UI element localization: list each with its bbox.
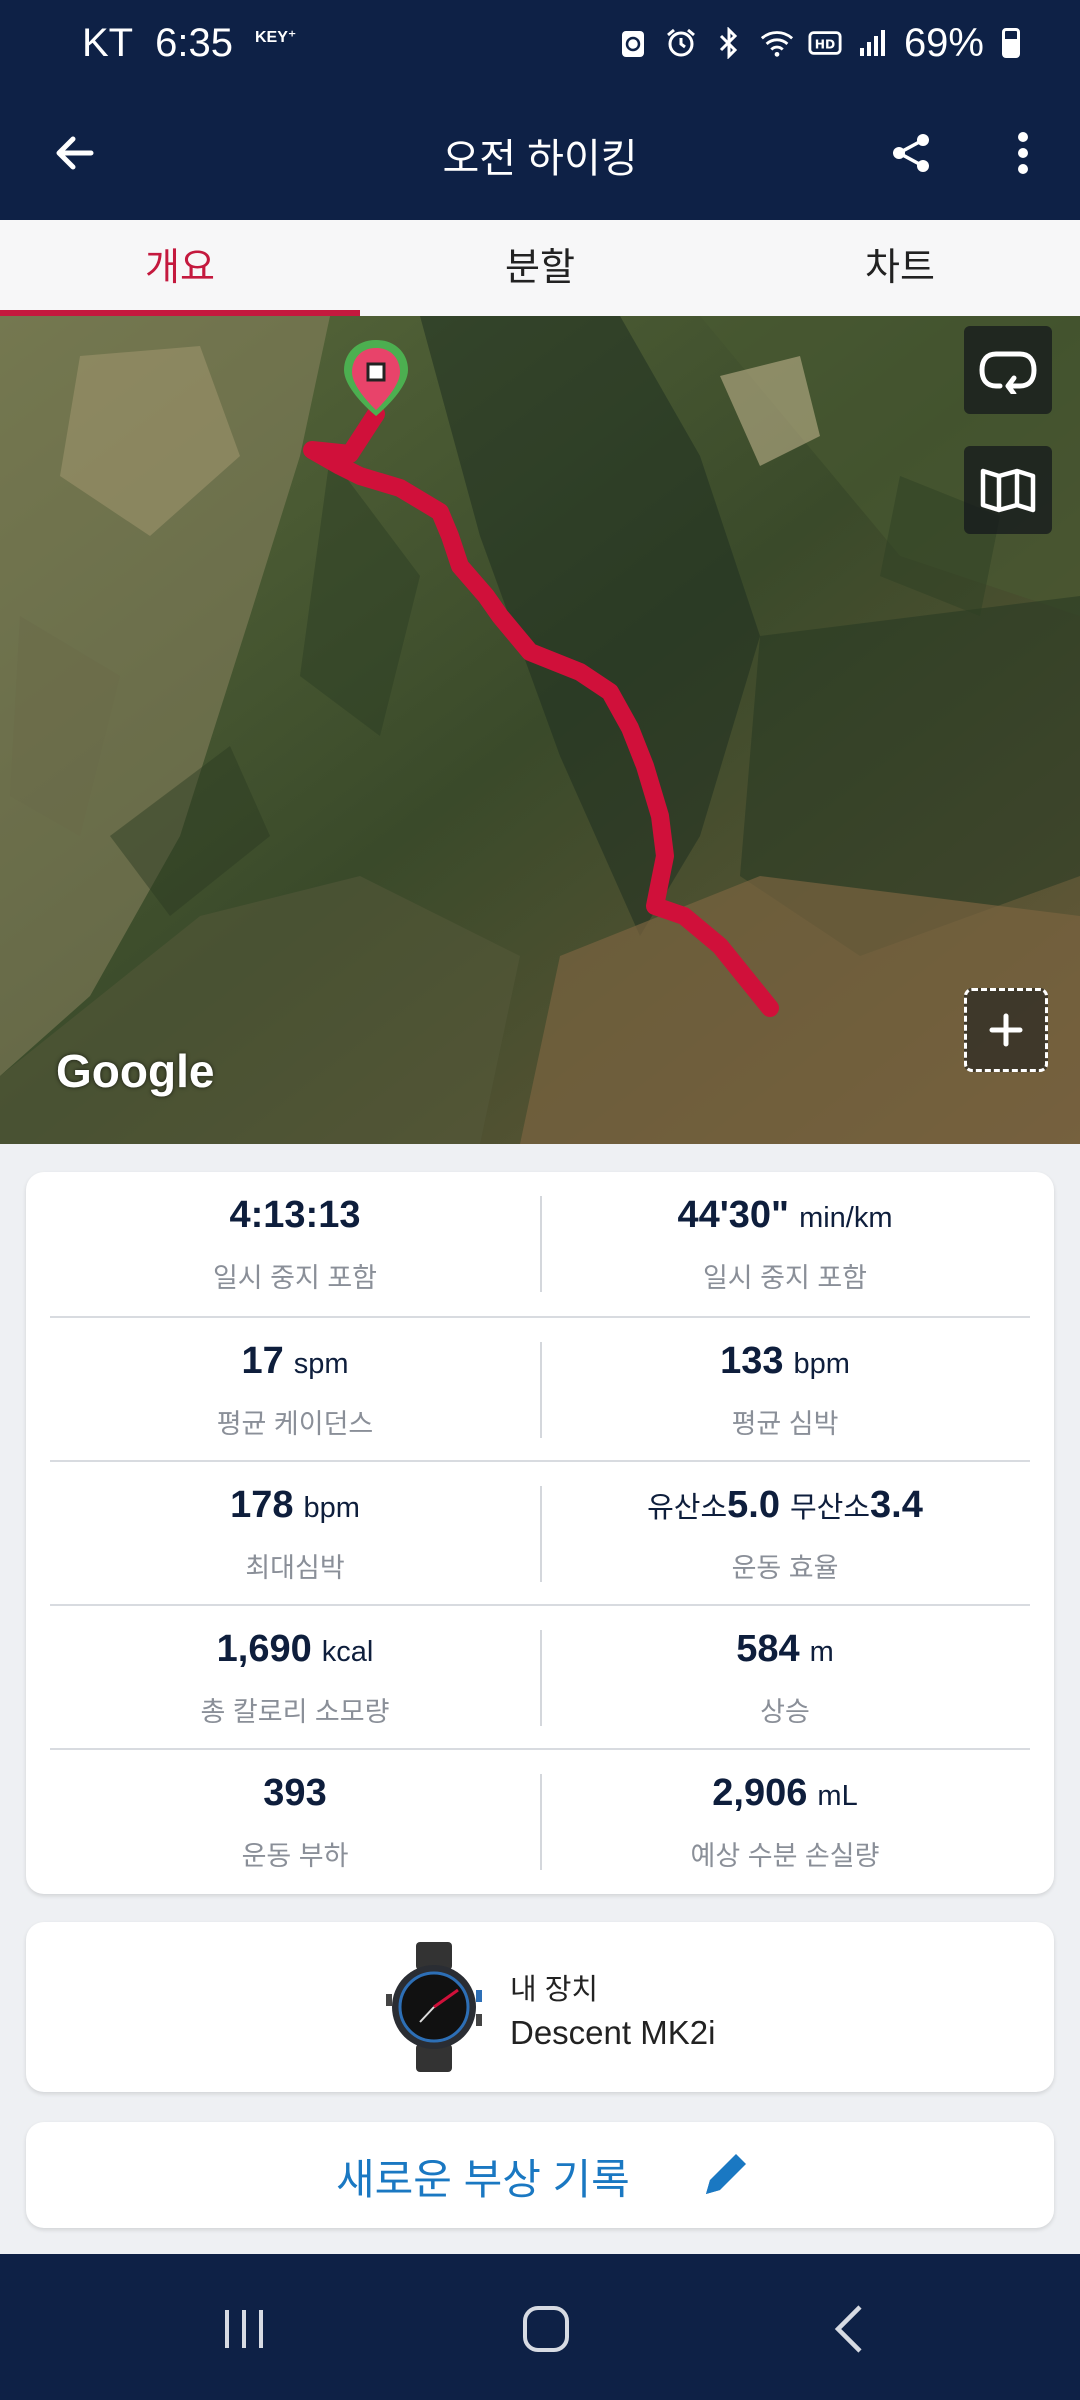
stat-label: 총 칼로리 소모량	[200, 1697, 390, 1727]
stat-label: 운동 부하	[241, 1841, 349, 1871]
signal-icon	[856, 26, 890, 60]
route-map[interactable]: Google	[0, 316, 1080, 1144]
stats-row: 4:13:13 일시 중지 포함 44'30" min/km 일시 중지 포함	[50, 1172, 1030, 1316]
hd-icon: HD	[808, 26, 842, 60]
stat-label: 평균 심박	[731, 1409, 839, 1439]
status-left: KT 6:35 KEY⁺	[82, 21, 296, 66]
stat-label: 최대심박	[245, 1553, 345, 1583]
home-button[interactable]	[506, 2294, 586, 2364]
loop-icon	[979, 351, 1037, 394]
stat-calories: 1,690 kcal 총 칼로리 소모량	[50, 1606, 540, 1750]
stat-value: 393	[263, 1772, 327, 1814]
share-button[interactable]	[876, 118, 946, 188]
stats-row: 1,690 kcal 총 칼로리 소모량 584 m 상승	[50, 1604, 1030, 1748]
stat-unit: bpm	[793, 1348, 850, 1380]
stat-total-time: 4:13:13 일시 중지 포함	[50, 1172, 540, 1316]
status-bar: KT 6:35 KEY⁺ HD 69%	[0, 0, 1080, 86]
stat-label: 예상 수분 손실량	[690, 1841, 880, 1871]
stat-training-effect: 유산소5.0 무산소3.4 운동 효율	[540, 1462, 1030, 1606]
status-right: HD 69%	[616, 21, 1020, 66]
injury-label: 새로운 부상 기록	[336, 2156, 630, 2203]
device-label: 내 장치	[510, 1974, 599, 2006]
watch-image	[386, 1942, 482, 2072]
system-nav-bar	[0, 2254, 1080, 2400]
stat-label: 운동 효율	[731, 1553, 839, 1583]
stats-row: 17 spm 평균 케이던스 133 bpm 평균 심박	[50, 1316, 1030, 1460]
stat-max-heart-rate: 178 bpm 최대심박	[50, 1462, 540, 1606]
map-icon	[980, 468, 1036, 513]
tab-splits[interactable]: 분할	[360, 220, 720, 316]
alarm-icon	[664, 26, 698, 60]
stat-unit: m	[809, 1636, 834, 1668]
stat-value: 133	[720, 1340, 784, 1382]
stats-card: 4:13:13 일시 중지 포함 44'30" min/km 일시 중지 포함 …	[26, 1172, 1054, 1894]
stat-label: 일시 중지 포함	[702, 1263, 868, 1293]
clock: 6:35	[155, 20, 233, 65]
svg-text:HD: HD	[815, 38, 835, 52]
anaerobic-label: 무산소	[790, 1492, 871, 1524]
stat-label: 평균 케이던스	[216, 1409, 374, 1439]
device-card[interactable]: 내 장치 Descent MK2i	[26, 1922, 1054, 2092]
recycle-icon	[616, 26, 650, 60]
google-logo: Google	[56, 1045, 215, 1097]
more-options-button[interactable]	[988, 118, 1058, 188]
stat-avg-heart-rate: 133 bpm 평균 심박	[540, 1318, 1030, 1462]
map-type-button[interactable]	[964, 446, 1052, 534]
carrier: KT	[82, 20, 134, 65]
wifi-icon	[760, 26, 794, 60]
satellite-terrain	[0, 316, 1080, 1144]
stat-unit: kcal	[321, 1636, 374, 1668]
recent-apps-icon	[225, 2310, 263, 2348]
stat-unit: spm	[293, 1348, 349, 1380]
stat-unit: min/km	[799, 1202, 893, 1234]
new-injury-button[interactable]: 새로운 부상 기록	[26, 2122, 1054, 2228]
tab-bar: 개요 분할 차트	[0, 220, 1080, 316]
stat-sweat-loss: 2,906 mL 예상 수분 손실량	[540, 1750, 1030, 1894]
stat-value: 584	[736, 1628, 800, 1670]
anaerobic-value: 3.4	[870, 1484, 923, 1526]
stat-ascent: 584 m 상승	[540, 1606, 1030, 1750]
stats-row: 393 운동 부하 2,906 mL 예상 수분 손실량	[50, 1748, 1030, 1892]
stat-avg-pace: 44'30" min/km 일시 중지 포함	[540, 1172, 1030, 1316]
bluetooth-icon	[712, 26, 746, 60]
battery-percent: 69%	[903, 20, 984, 65]
stat-value: 2,906	[712, 1772, 808, 1814]
stat-label: 상승	[760, 1697, 810, 1727]
map-replay-button[interactable]	[964, 326, 1052, 414]
key-badge: KEY⁺	[254, 28, 297, 46]
chevron-left-icon	[834, 2305, 862, 2353]
stat-label: 일시 중지 포함	[212, 1263, 378, 1293]
stat-value: 178	[230, 1484, 294, 1526]
stat-unit: mL	[817, 1780, 858, 1812]
app-bar: 오전 하이킹	[0, 86, 1080, 220]
aerobic-value: 5.0	[727, 1484, 780, 1526]
stat-training-load: 393 운동 부하	[50, 1750, 540, 1894]
aerobic-label: 유산소	[647, 1492, 728, 1524]
stat-avg-cadence: 17 spm 평균 케이던스	[50, 1318, 540, 1462]
stat-unit: bpm	[303, 1492, 360, 1524]
expand-map-button[interactable]	[964, 988, 1048, 1072]
battery-icon	[1002, 28, 1020, 58]
stat-value: 44'30"	[677, 1194, 790, 1236]
tab-overview[interactable]: 개요	[0, 220, 360, 316]
tab-charts[interactable]: 차트	[720, 220, 1080, 316]
pencil-icon	[706, 2154, 746, 2194]
stat-value: 1,690	[216, 1628, 312, 1670]
recent-apps-button[interactable]	[204, 2294, 284, 2364]
more-vertical-icon	[1018, 132, 1028, 174]
system-back-button[interactable]	[810, 2294, 890, 2364]
plus-icon	[989, 1013, 1023, 1047]
home-icon	[523, 2306, 569, 2352]
stats-row: 178 bpm 최대심박 유산소5.0 무산소3.4 운동 효율	[50, 1460, 1030, 1604]
stat-value: 17	[241, 1340, 284, 1382]
stat-value: 4:13:13	[229, 1194, 361, 1236]
device-name: Descent MK2i	[510, 2014, 716, 2051]
share-icon	[893, 134, 929, 172]
